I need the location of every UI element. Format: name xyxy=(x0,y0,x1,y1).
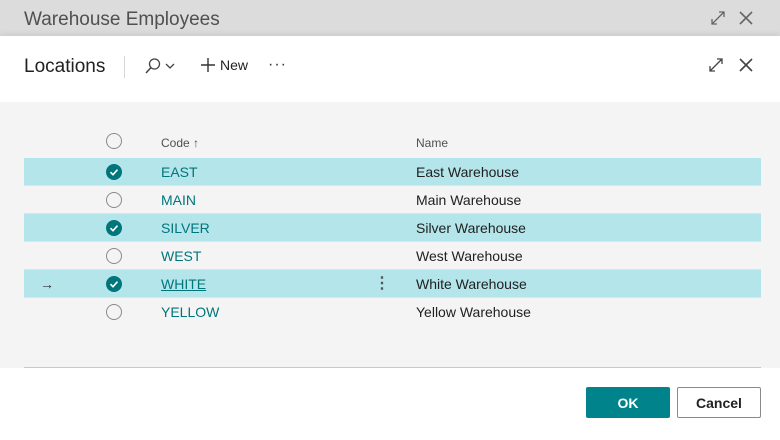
row-checkbox[interactable] xyxy=(106,164,122,180)
row-actions-menu-icon[interactable]: ⋮ xyxy=(374,270,390,298)
ok-button[interactable]: OK xyxy=(586,387,670,418)
location-name: West Warehouse xyxy=(416,248,523,264)
current-row-arrow-icon: → xyxy=(40,276,54,292)
chevron-down-icon xyxy=(164,60,176,72)
location-name: Main Warehouse xyxy=(416,192,522,208)
background-window-title: Warehouse Employees xyxy=(24,9,220,30)
more-options-button[interactable]: ··· xyxy=(268,56,287,74)
row-checkbox[interactable] xyxy=(106,304,122,320)
dialog-title: Locations xyxy=(24,56,106,77)
table-row[interactable]: EAST East Warehouse xyxy=(24,158,761,186)
cancel-button[interactable]: Cancel xyxy=(677,387,761,418)
background-window-header: Warehouse Employees xyxy=(0,0,780,36)
location-code-link[interactable]: WEST xyxy=(161,242,201,270)
toolbar-divider xyxy=(124,56,125,78)
locations-list: Code ↑ Name EAST East Warehouse MAIN Mai… xyxy=(0,102,780,368)
location-name: Yellow Warehouse xyxy=(416,304,531,320)
search-button[interactable] xyxy=(144,57,176,75)
location-code-link[interactable]: EAST xyxy=(161,158,198,186)
table-row-current[interactable]: → WHITE ⋮ White Warehouse xyxy=(24,270,761,298)
location-code-link[interactable]: YELLOW xyxy=(161,298,219,326)
expand-icon[interactable] xyxy=(708,57,724,73)
list-column-header: Code ↑ Name xyxy=(24,132,761,154)
new-button[interactable]: New xyxy=(200,57,248,73)
column-header-name[interactable]: Name xyxy=(416,132,448,154)
column-header-code[interactable]: Code ↑ xyxy=(161,132,199,154)
close-icon[interactable] xyxy=(738,57,754,73)
footer-divider xyxy=(24,367,761,368)
dialog-header: Locations New ··· xyxy=(0,36,780,102)
expand-icon[interactable] xyxy=(710,10,726,26)
table-row[interactable]: MAIN Main Warehouse xyxy=(24,186,761,214)
table-row[interactable]: WEST West Warehouse xyxy=(24,242,761,270)
row-checkbox[interactable] xyxy=(106,248,122,264)
location-code-link[interactable]: MAIN xyxy=(161,186,196,214)
location-name: East Warehouse xyxy=(416,164,519,180)
new-button-label: New xyxy=(220,57,249,73)
row-checkbox[interactable] xyxy=(106,220,122,236)
location-code-link[interactable]: SILVER xyxy=(161,214,210,242)
row-checkbox[interactable] xyxy=(106,276,122,292)
background-window-controls xyxy=(710,10,754,26)
dialog-controls xyxy=(708,57,754,73)
search-icon xyxy=(144,57,162,75)
row-checkbox[interactable] xyxy=(106,192,122,208)
location-code-link[interactable]: WHITE xyxy=(161,270,206,298)
close-icon[interactable] xyxy=(738,10,754,26)
location-name: White Warehouse xyxy=(416,276,527,292)
locations-dialog: Locations New ··· Code ↑ Name EAST East … xyxy=(0,36,780,440)
plus-icon xyxy=(200,57,216,73)
select-all-checkbox[interactable] xyxy=(106,133,122,149)
table-row[interactable]: SILVER Silver Warehouse xyxy=(24,214,761,242)
table-row[interactable]: YELLOW Yellow Warehouse xyxy=(24,298,761,326)
location-name: Silver Warehouse xyxy=(416,220,526,236)
